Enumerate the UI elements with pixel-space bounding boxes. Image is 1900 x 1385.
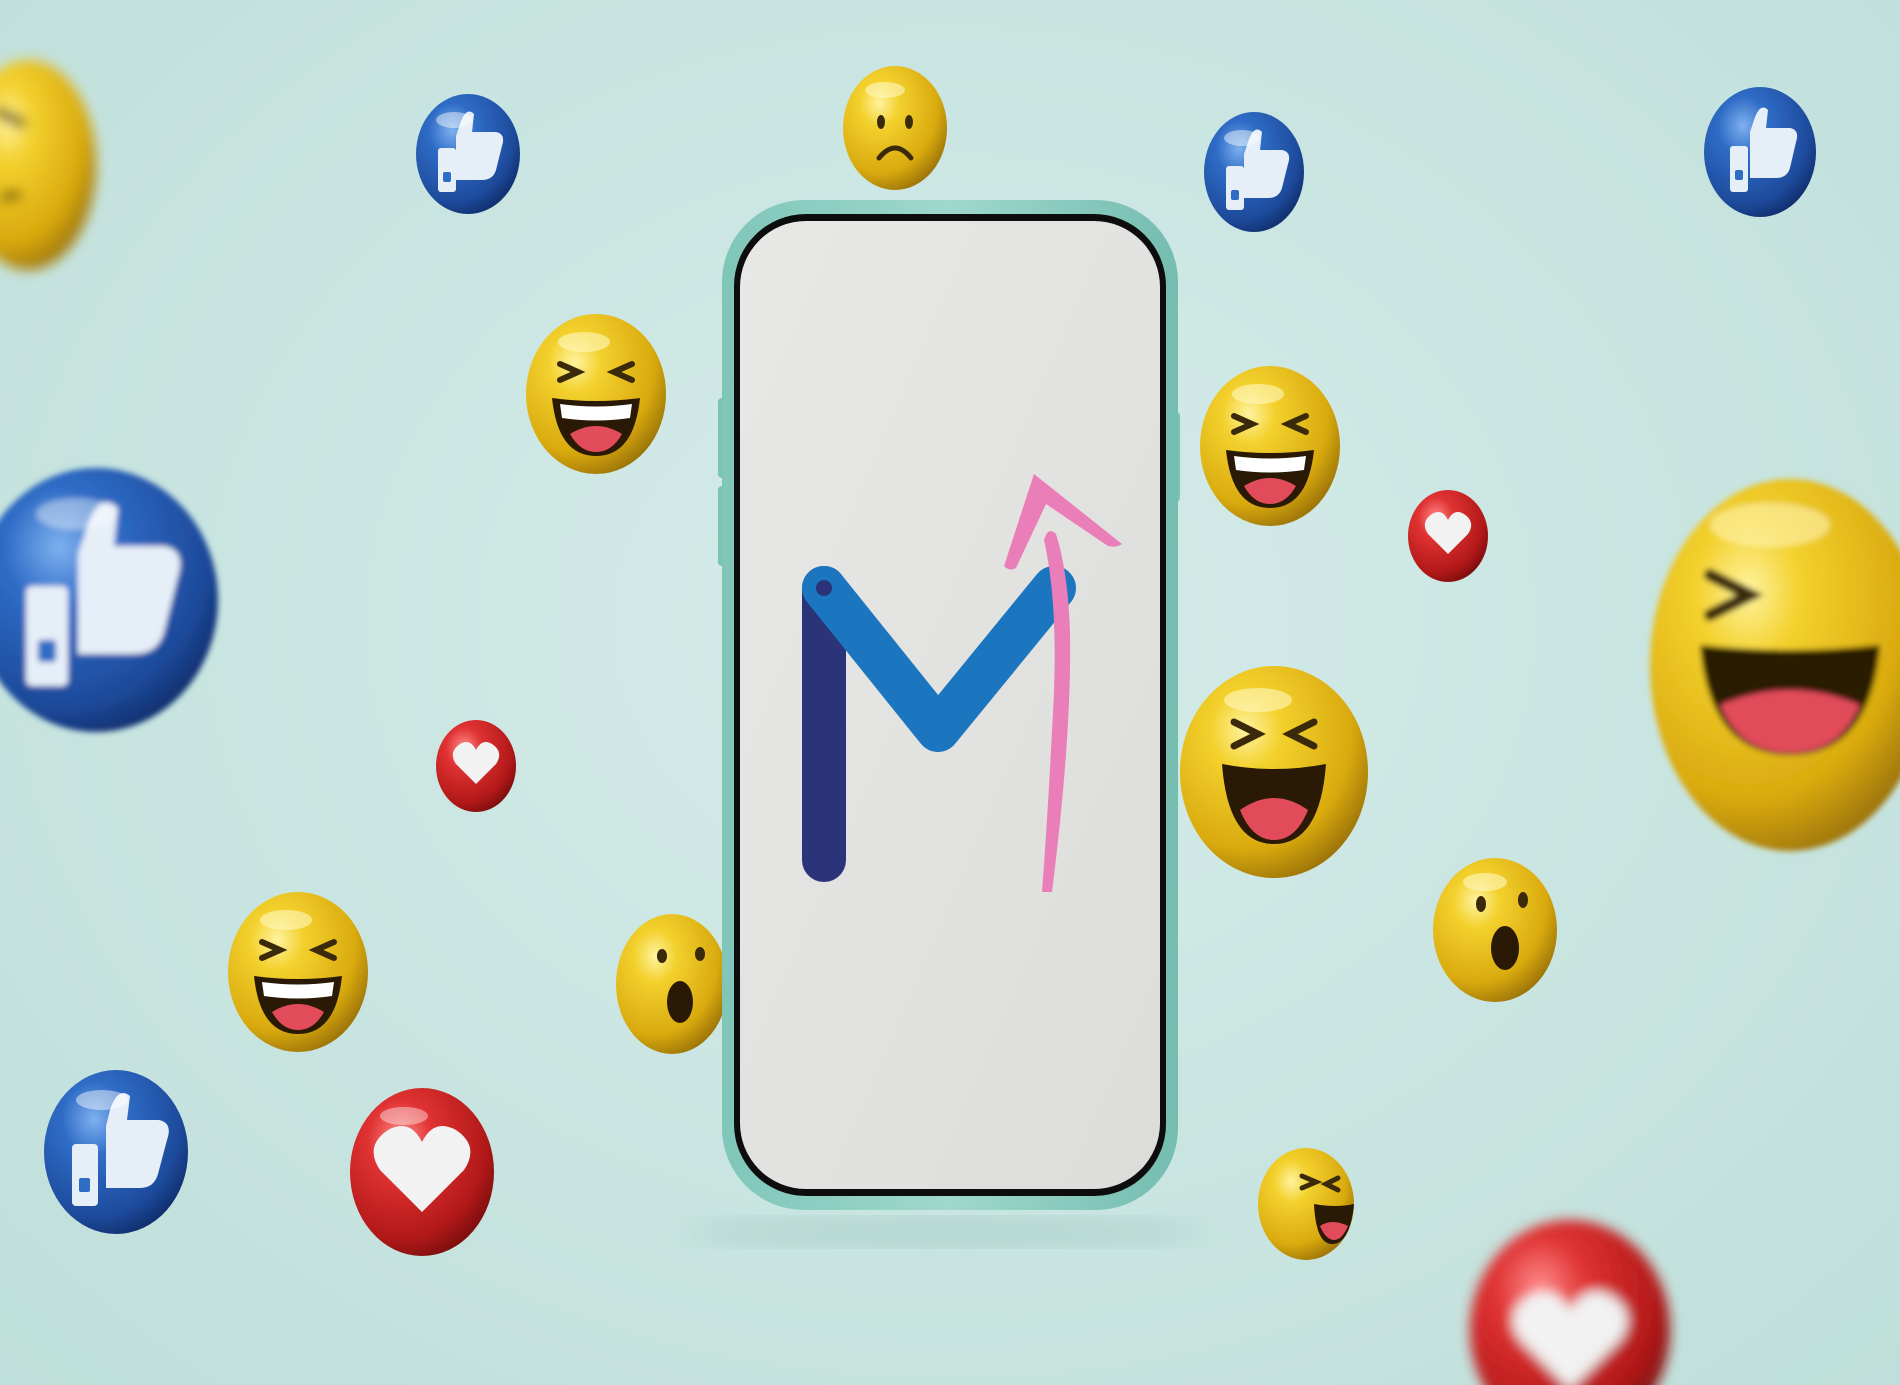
laughing-emoji-icon — [1180, 666, 1368, 878]
angry-emoji-icon — [0, 60, 96, 270]
thumbs-up-icon — [1704, 87, 1816, 217]
laughing-emoji-icon — [1200, 366, 1340, 526]
thumbs-up-icon — [416, 94, 520, 214]
sad-emoji-icon — [843, 66, 947, 190]
laughing-emoji-icon — [526, 314, 666, 474]
smartphone — [718, 200, 1180, 1210]
heart-icon — [1470, 1220, 1670, 1385]
heart-icon — [350, 1088, 494, 1256]
wow-emoji-icon — [1433, 858, 1557, 1002]
thumbs-up-icon — [0, 468, 218, 732]
thumbs-up-icon — [1204, 112, 1304, 232]
laughing-emoji-icon — [1650, 479, 1900, 851]
scene-illustration — [0, 60, 1900, 1385]
laughing-emoji-icon — [1258, 1148, 1354, 1260]
heart-icon — [436, 720, 516, 812]
heart-icon — [1408, 490, 1488, 582]
thumbs-up-icon — [44, 1070, 188, 1234]
background-scene — [0, 0, 1900, 1385]
wow-emoji-icon — [616, 914, 728, 1054]
laughing-emoji-icon — [228, 892, 368, 1052]
phone-shadow — [685, 1218, 1205, 1246]
